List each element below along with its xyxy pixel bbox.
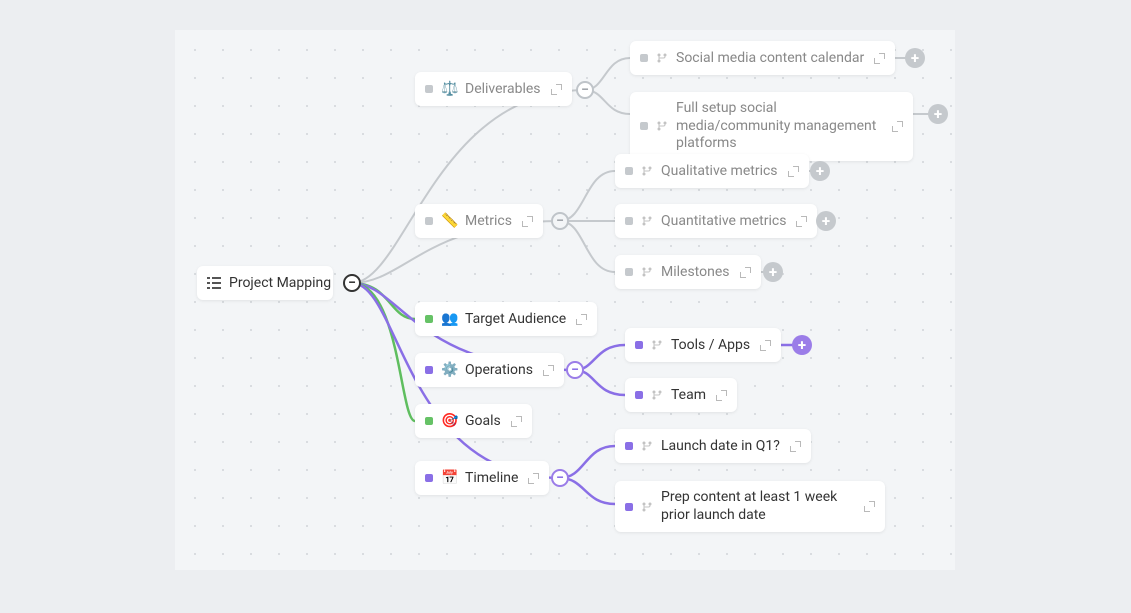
subtask-icon [651, 389, 663, 401]
node-label: Metrics [465, 213, 512, 229]
status-square [635, 341, 643, 349]
subtask-icon [641, 501, 653, 513]
expand-icon[interactable] [522, 216, 533, 227]
expand-icon[interactable] [874, 53, 885, 64]
expand-icon[interactable] [788, 166, 799, 177]
subtask-icon [641, 165, 653, 177]
node-deliverables[interactable]: ⚖️ Deliverables [415, 72, 572, 106]
node-label: Deliverables [465, 81, 541, 97]
add-child-button[interactable]: + [810, 161, 830, 181]
status-square [640, 54, 648, 62]
node-deliverable-2[interactable]: Full setup social media/community manage… [630, 92, 913, 161]
node-label: Qualitative metrics [661, 163, 778, 179]
expand-icon[interactable] [511, 416, 522, 427]
status-square [625, 503, 633, 511]
add-child-button[interactable]: + [928, 104, 948, 124]
expand-icon[interactable] [740, 267, 751, 278]
node-metric-quant[interactable]: Quantitative metrics [615, 204, 817, 238]
node-timeline[interactable]: 📅 Timeline [415, 461, 549, 495]
node-label: Target Audience [465, 311, 566, 327]
status-square [425, 474, 433, 482]
expand-icon[interactable] [790, 441, 801, 452]
node-metric-qual[interactable]: Qualitative metrics [615, 154, 809, 188]
target-icon: 👥 [441, 311, 457, 327]
expand-icon[interactable] [760, 340, 771, 351]
metrics-toggle[interactable]: − [551, 212, 569, 230]
node-timeline-prep[interactable]: Prep content at least 1 week prior launc… [615, 481, 885, 532]
node-target-audience[interactable]: 👥 Target Audience [415, 302, 597, 336]
node-label: Tools / Apps [671, 337, 750, 353]
status-square [625, 167, 633, 175]
node-label: Social media content calendar [676, 50, 864, 66]
status-square [425, 417, 433, 425]
node-timeline-launch[interactable]: Launch date in Q1? [615, 429, 811, 463]
timeline-icon: 📅 [441, 470, 457, 486]
node-label: Operations [465, 362, 533, 378]
status-square [425, 315, 433, 323]
mindmap-canvas[interactable]: Project Mapping − ⚖️ Deliverables − Soci… [175, 30, 955, 570]
expand-icon[interactable] [543, 365, 554, 376]
subtask-icon [641, 266, 653, 278]
node-team[interactable]: Team [625, 378, 737, 412]
subtask-icon [641, 440, 653, 452]
goals-icon: 🎯 [441, 413, 457, 429]
status-square [425, 366, 433, 374]
subtask-icon [656, 120, 668, 132]
metrics-icon: 📏 [441, 213, 457, 229]
add-child-button[interactable]: + [792, 335, 812, 355]
subtask-icon [651, 339, 663, 351]
node-metric-milestones[interactable]: Milestones [615, 255, 761, 289]
node-operations[interactable]: ⚙️ Operations [415, 353, 564, 387]
operations-toggle[interactable]: − [566, 361, 584, 379]
expand-icon[interactable] [528, 473, 539, 484]
status-square [425, 217, 433, 225]
subtask-icon [641, 215, 653, 227]
status-square [425, 85, 433, 93]
deliverables-toggle[interactable]: − [576, 81, 594, 99]
root-label: Project Mapping [229, 275, 331, 291]
expand-icon[interactable] [576, 314, 587, 325]
status-square [625, 217, 633, 225]
add-child-button[interactable]: + [816, 211, 836, 231]
node-label: Milestones [661, 264, 730, 280]
add-child-button[interactable]: + [763, 262, 783, 282]
node-label: Prep content at least 1 week prior launc… [661, 489, 854, 524]
subtask-icon [656, 52, 668, 64]
status-square [635, 391, 643, 399]
expand-icon[interactable] [892, 121, 903, 132]
status-square [625, 442, 633, 450]
node-metrics[interactable]: 📏 Metrics [415, 204, 543, 238]
node-deliverable-1[interactable]: Social media content calendar [630, 41, 895, 75]
node-label: Team [671, 387, 706, 403]
node-label: Launch date in Q1? [661, 438, 780, 454]
root-toggle[interactable]: − [343, 274, 361, 292]
node-label: Full setup social media/community manage… [676, 100, 882, 153]
status-square [640, 122, 648, 130]
expand-icon[interactable] [864, 501, 875, 512]
node-label: Goals [465, 413, 501, 429]
deliverables-icon: ⚖️ [441, 81, 457, 97]
node-goals[interactable]: 🎯 Goals [415, 404, 532, 438]
expand-icon[interactable] [551, 84, 562, 95]
expand-icon[interactable] [796, 216, 807, 227]
node-tools-apps[interactable]: Tools / Apps [625, 328, 781, 362]
node-label: Quantitative metrics [661, 213, 786, 229]
timeline-toggle[interactable]: − [551, 469, 569, 487]
node-label: Timeline [465, 470, 518, 486]
expand-icon[interactable] [716, 390, 727, 401]
add-child-button[interactable]: + [905, 48, 925, 68]
status-square [625, 268, 633, 276]
operations-icon: ⚙️ [441, 362, 457, 378]
list-icon [207, 277, 221, 289]
root-node[interactable]: Project Mapping [197, 266, 333, 300]
